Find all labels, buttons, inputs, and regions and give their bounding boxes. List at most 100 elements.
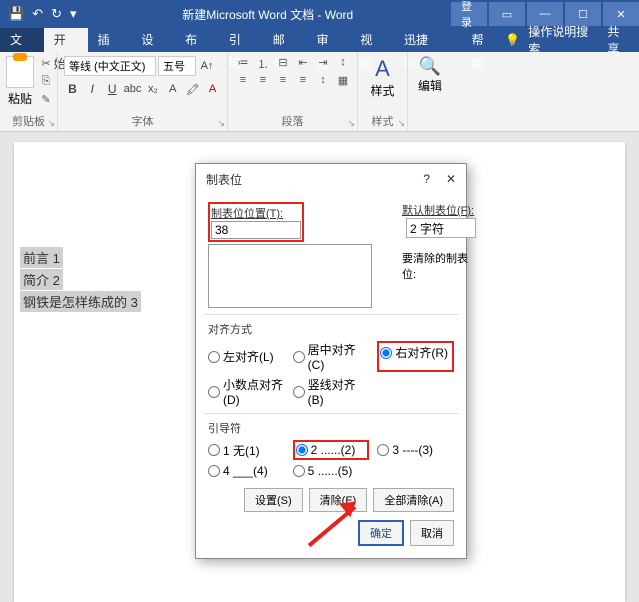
group-label-font: 字体: [58, 113, 227, 129]
tab-position-label: 制表位位置(T):: [211, 205, 301, 221]
ribbon: 粘贴 ✂ ⎘ ✎ 剪贴板 ↘ 等线 (中文正文) 五号 A↑ B I U abc…: [0, 52, 639, 132]
share-button[interactable]: 共享: [607, 23, 631, 57]
leader-dots-radio[interactable]: 2 ......(2): [296, 443, 367, 457]
grow-font-icon[interactable]: A↑: [198, 57, 216, 75]
indent-inc-icon[interactable]: ⇥: [314, 56, 332, 72]
subscript-button[interactable]: x₂: [144, 80, 161, 98]
paste-button[interactable]: 粘贴: [6, 56, 34, 107]
tab-position-input[interactable]: [211, 221, 301, 239]
align-decimal-radio[interactable]: 小数点对齐(D): [208, 376, 285, 407]
tell-me-label[interactable]: 操作说明搜索: [528, 23, 599, 57]
styles-button[interactable]: A 样式: [364, 56, 401, 99]
indent-dec-icon[interactable]: ⇤: [294, 56, 312, 72]
align-right-icon[interactable]: ≡: [274, 74, 292, 90]
leader-dots2-radio[interactable]: 5 ......(5): [293, 464, 370, 478]
bullets-icon[interactable]: ≔: [234, 56, 252, 72]
qat-more-icon[interactable]: ▾: [70, 6, 77, 22]
menu-references[interactable]: 引用: [219, 28, 263, 52]
menu-mailings[interactable]: 邮件: [263, 28, 307, 52]
find-icon: 🔍: [419, 56, 441, 77]
format-painter-icon[interactable]: ✎: [38, 92, 54, 106]
align-right-radio[interactable]: 右对齐(R): [380, 344, 451, 361]
styles-launcher-icon[interactable]: ↘: [397, 118, 405, 129]
dialog-help-button[interactable]: ?: [423, 172, 430, 186]
ribbon-group-paragraph: ≔ ⒈ ⊟ ⇤ ⇥ ↕ ≡ ≡ ≡ ≡ ↕ ▦ 段落 ↘: [228, 52, 358, 131]
ok-button[interactable]: 确定: [358, 520, 404, 546]
login-button[interactable]: 登录: [451, 2, 487, 26]
italic-button[interactable]: I: [84, 80, 101, 98]
redo-icon[interactable]: ↻: [51, 6, 62, 22]
paste-label: 粘贴: [8, 90, 32, 107]
dialog-close-button[interactable]: ✕: [446, 172, 456, 186]
menu-bar: 文件 开始 插入 设计 布局 引用 邮件 审阅 视图 迅捷PDF 帮助 💡 操作…: [0, 28, 639, 52]
menu-layout[interactable]: 布局: [175, 28, 219, 52]
tab-positions-list[interactable]: [208, 244, 372, 308]
highlight-button[interactable]: 🖍: [184, 80, 201, 98]
align-center-icon[interactable]: ≡: [254, 74, 272, 90]
spacing-icon[interactable]: ↕: [314, 74, 332, 90]
menu-review[interactable]: 审阅: [306, 28, 350, 52]
menu-home[interactable]: 开始: [44, 28, 88, 52]
cancel-button[interactable]: 取消: [410, 520, 454, 546]
font-launcher-icon[interactable]: ↘: [217, 118, 225, 129]
leader-none-radio[interactable]: 1 无(1): [208, 440, 285, 460]
bold-button[interactable]: B: [64, 80, 81, 98]
editing-label: 编辑: [418, 77, 442, 94]
multilevel-icon[interactable]: ⊟: [274, 56, 292, 72]
font-size-select[interactable]: 五号: [158, 56, 196, 76]
shading-icon[interactable]: ▦: [334, 74, 352, 90]
toc-line[interactable]: 简介 2: [20, 269, 63, 290]
window-title: 新建Microsoft Word 文档 - Word: [85, 6, 451, 23]
sort-icon[interactable]: ↕: [334, 56, 352, 72]
align-bar-radio[interactable]: 竖线对齐(B): [293, 376, 370, 407]
strike-button[interactable]: abc: [124, 80, 142, 98]
undo-icon[interactable]: ↶: [32, 6, 43, 22]
quick-access-toolbar: 💾 ↶ ↻ ▾: [0, 6, 85, 22]
group-label-paragraph: 段落: [228, 113, 357, 129]
paragraph-launcher-icon[interactable]: ↘: [347, 118, 355, 129]
underline-button[interactable]: U: [104, 80, 121, 98]
font-color-button[interactable]: A: [204, 80, 221, 98]
annotation-arrow: [295, 505, 355, 509]
default-tab-label: 默认制表位(F):: [402, 202, 476, 218]
leader-section-label: 引导符: [208, 420, 454, 436]
dialog-titlebar: 制表位 ? ✕: [196, 164, 466, 194]
leader-dashes-radio[interactable]: 3 ----(3): [377, 440, 454, 460]
menu-file[interactable]: 文件: [0, 28, 44, 52]
align-left-icon[interactable]: ≡: [234, 74, 252, 90]
ribbon-group-font: 等线 (中文正文) 五号 A↑ B I U abc x₂ A 🖍 A 字体 ↘: [58, 52, 228, 131]
menu-help[interactable]: 帮助: [462, 28, 506, 52]
ribbon-group-clipboard: 粘贴 ✂ ⎘ ✎ 剪贴板 ↘: [0, 52, 58, 131]
dialog-title: 制表位: [206, 171, 242, 188]
font-name-select[interactable]: 等线 (中文正文): [64, 56, 156, 76]
ribbon-group-editing: 🔍 编辑: [408, 52, 452, 131]
ribbon-group-styles: A 样式 样式 ↘: [358, 52, 408, 131]
tell-me-icon: 💡: [505, 33, 520, 47]
set-button[interactable]: 设置(S): [244, 488, 303, 512]
clear-tabs-label: 要清除的制表位:: [402, 250, 476, 282]
alignment-section-label: 对齐方式: [208, 321, 454, 337]
toc-line[interactable]: 钢铁是怎样练成的 3: [20, 291, 141, 312]
align-left-radio[interactable]: 左对齐(L): [208, 341, 285, 372]
tabs-dialog: 制表位 ? ✕ 制表位位置(T): 默认制表位(F): 要清除的制表位: 对齐方…: [195, 163, 467, 559]
document-content: 前言 1 简介 2 钢铁是怎样练成的 3: [20, 247, 141, 313]
toc-line[interactable]: 前言 1: [20, 247, 63, 268]
editing-button[interactable]: 🔍 编辑: [414, 56, 446, 94]
numbering-icon[interactable]: ⒈: [254, 56, 272, 72]
clipboard-launcher-icon[interactable]: ↘: [47, 118, 55, 129]
paste-icon: [6, 56, 34, 88]
leader-under-radio[interactable]: 4 ___(4): [208, 464, 285, 478]
effects-button[interactable]: A: [164, 80, 181, 98]
menu-insert[interactable]: 插入: [88, 28, 132, 52]
menu-design[interactable]: 设计: [131, 28, 175, 52]
copy-icon[interactable]: ⎘: [38, 74, 54, 88]
save-icon[interactable]: 💾: [8, 6, 24, 22]
styles-icon: A: [375, 56, 390, 82]
justify-icon[interactable]: ≡: [294, 74, 312, 90]
menu-view[interactable]: 视图: [350, 28, 394, 52]
cut-icon[interactable]: ✂: [38, 56, 54, 70]
menu-xunjie[interactable]: 迅捷PDF: [394, 28, 462, 52]
clear-all-button[interactable]: 全部清除(A): [373, 488, 454, 512]
default-tab-input[interactable]: [406, 218, 476, 238]
align-center-radio[interactable]: 居中对齐(C): [293, 341, 370, 372]
